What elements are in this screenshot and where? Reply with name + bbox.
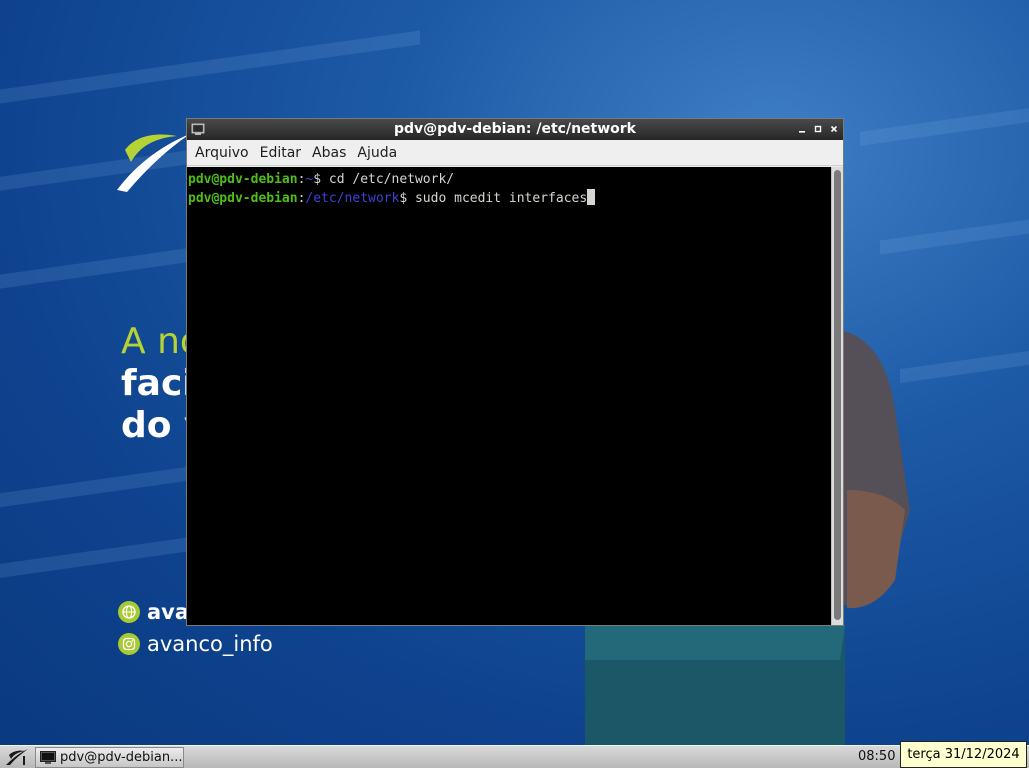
terminal-output[interactable]: pdv@pdv-debian:~$ cd /etc/network/ pdv@p… — [187, 167, 831, 625]
terminal-command: cd /etc/network/ — [328, 172, 455, 187]
wallpaper-shelf — [880, 219, 1029, 255]
wallpaper-instagram-line: avanco_info — [118, 632, 273, 656]
prompt-user: pdv@pdv-debian — [188, 172, 298, 187]
wallpaper-headline-line-2: faci — [121, 363, 195, 404]
prompt-user: pdv@pdv-debian — [188, 191, 298, 206]
prompt-directory: /etc/network — [305, 191, 400, 206]
minimize-button[interactable] — [795, 122, 809, 136]
vertical-scrollbar[interactable] — [831, 167, 843, 625]
globe-icon — [118, 601, 140, 623]
close-button[interactable] — [827, 122, 841, 136]
instagram-icon — [118, 633, 140, 655]
terminal-line: pdv@pdv-debian:~$ cd /etc/network/ — [188, 170, 831, 189]
maximize-button[interactable] — [811, 122, 825, 136]
taskbar-terminal-label: pdv@pdv-debian... — [60, 750, 183, 765]
menu-bar: Arquivo Editar Abas Ajuda — [187, 140, 843, 166]
terminal-command: sudo mcedit interfaces — [414, 191, 588, 206]
wallpaper-shelf — [0, 30, 420, 104]
maximize-icon — [814, 125, 822, 133]
menu-ajuda[interactable]: Ajuda — [352, 142, 402, 164]
window-titlebar[interactable]: pdv@pdv-debian: /etc/network — [187, 119, 843, 140]
start-menu-button[interactable] — [2, 747, 32, 767]
prompt-symbol: $ — [399, 191, 415, 206]
prompt-symbol: $ — [313, 172, 329, 187]
text-cursor — [587, 189, 596, 205]
menu-editar[interactable]: Editar — [255, 142, 306, 164]
window-title: pdv@pdv-debian: /etc/network — [393, 121, 636, 137]
date-tooltip: terça 31/12/2024 — [900, 741, 1027, 768]
minimize-icon — [799, 131, 805, 133]
wallpaper-instagram-text: avanco_info — [147, 632, 273, 656]
taskbar-terminal-button[interactable]: pdv@pdv-debian... — [35, 747, 184, 768]
terminal-icon — [40, 751, 56, 764]
start-logo-icon — [6, 749, 28, 765]
scrollbar-thumb[interactable] — [834, 170, 841, 620]
taskbar-clock[interactable]: 08:50 — [858, 749, 895, 764]
brand-logo — [117, 134, 190, 192]
close-icon — [830, 125, 838, 133]
menu-abas[interactable]: Abas — [307, 142, 351, 164]
wallpaper-shelf — [900, 350, 1029, 384]
terminal-line: pdv@pdv-debian:/etc/network$ sudo mcedit… — [188, 189, 831, 208]
taskbar: pdv@pdv-debian... 08:50 — [0, 745, 1029, 768]
terminal-window[interactable]: pdv@pdv-debian: /etc/network Arquivo Edi… — [186, 118, 844, 626]
wallpaper-shelf — [860, 108, 1029, 146]
menu-arquivo[interactable]: Arquivo — [190, 142, 254, 164]
